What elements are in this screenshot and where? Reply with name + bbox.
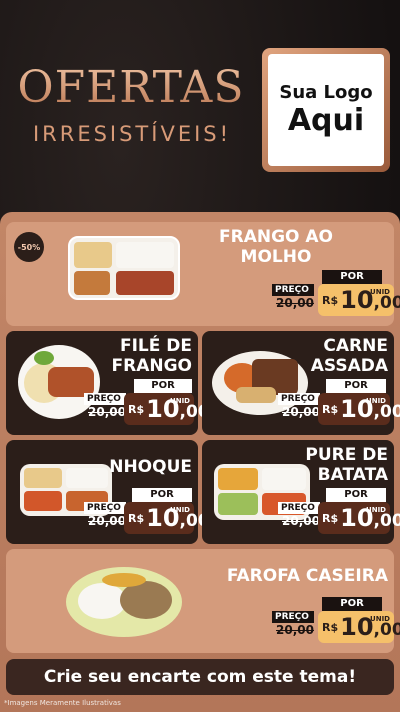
- new-price: R$ 10 ,00 UNID: [124, 393, 210, 425]
- product-card-farofa-caseira[interactable]: FAROFA CASEIRA POR PREÇO 20,00 R$ 10 ,00…: [6, 549, 400, 653]
- footnote: *Imagens Meramente Ilustrativas: [4, 699, 121, 707]
- new-price: R$ 10 ,00 UNID: [318, 502, 400, 534]
- old-price: 20,00: [276, 296, 314, 310]
- por-label: POR: [326, 488, 386, 502]
- new-price: R$ 10 ,00 UNID: [124, 502, 210, 534]
- food-image: [68, 236, 180, 300]
- por-label: POR: [132, 488, 192, 502]
- old-price-block: PREÇO 20,00: [272, 284, 314, 310]
- product-card-file-de-frango[interactable]: FILÉ DE FRANGO POR PREÇO 20,00 R$ 10 ,00…: [6, 331, 210, 435]
- product-card-carne-assada[interactable]: CARNE ASSADA POR PREÇO 20,00 R$ 10 ,00 U…: [202, 331, 400, 435]
- product-card-frango-ao-molho[interactable]: -50% FRANGO AO MOLHO POR PREÇO 20,00 R$ …: [6, 222, 400, 326]
- old-price-block: PREÇO 20,00: [278, 502, 320, 528]
- title: OFERTAS: [6, 62, 256, 113]
- por-label: POR: [326, 379, 386, 393]
- new-price: R$ 10 ,00 UNID: [318, 611, 400, 643]
- old-price-block: PREÇO 20,00: [272, 611, 314, 637]
- por-label: POR: [134, 379, 192, 393]
- product-name: FRANGO AO MOLHO: [218, 227, 334, 267]
- old-price: 20,00: [276, 623, 314, 637]
- flyer: OFERTAS IRRESISTÍVEIS! Sua Logo Aqui -50…: [0, 0, 400, 712]
- logo-line-1: Sua Logo: [279, 82, 373, 103]
- logo-line-2: Aqui: [287, 103, 365, 138]
- food-image: [66, 567, 182, 637]
- old-price-block: PREÇO 20,00: [278, 393, 320, 419]
- product-name: FAROFA CASEIRA: [226, 566, 388, 586]
- por-label: POR: [322, 597, 382, 611]
- new-price: R$ 10 ,00 UNID: [318, 393, 400, 425]
- product-card-nhoque[interactable]: NHOQUE POR PREÇO 20,00 R$ 10 ,00 UNID: [6, 440, 210, 544]
- product-name: PURE DE BATATA: [305, 445, 388, 485]
- old-price: 20,00: [282, 405, 320, 419]
- old-price: 20,00: [88, 405, 126, 419]
- product-card-pure-de-batata[interactable]: PURE DE BATATA POR PREÇO 20,00 R$ 10 ,00…: [202, 440, 400, 544]
- header: OFERTAS IRRESISTÍVEIS! Sua Logo Aqui: [0, 0, 400, 212]
- por-label: POR: [322, 270, 382, 284]
- old-price: 20,00: [282, 514, 320, 528]
- old-price-block: PREÇO 20,00: [84, 502, 126, 528]
- subtitle: IRRESISTÍVEIS!: [32, 122, 232, 146]
- old-price: 20,00: [88, 514, 126, 528]
- discount-badge: -50%: [14, 232, 44, 262]
- cta-banner[interactable]: Crie seu encarte com este tema!: [6, 659, 394, 695]
- logo-placeholder[interactable]: Sua Logo Aqui: [262, 48, 390, 172]
- product-name: NHOQUE: [109, 457, 192, 477]
- new-price: R$ 10 ,00 UNID: [318, 284, 400, 316]
- old-price-block: PREÇO 20,00: [84, 393, 126, 419]
- product-name: CARNE ASSADA: [310, 336, 388, 376]
- product-name: FILÉ DE FRANGO: [111, 336, 193, 376]
